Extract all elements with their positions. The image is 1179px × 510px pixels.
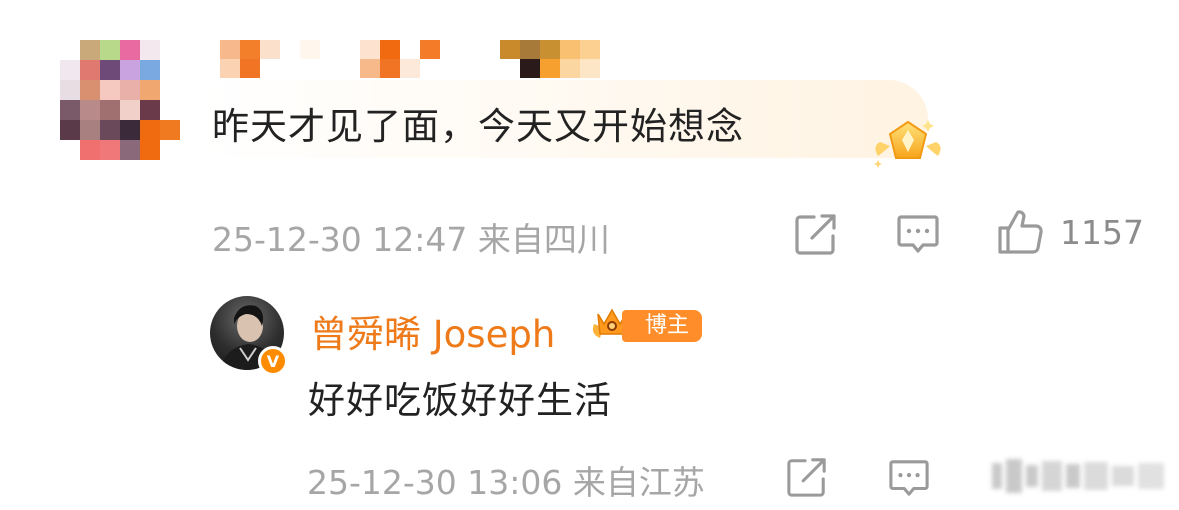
like-icon [992, 463, 1002, 489]
verified-badge: V [258, 346, 288, 376]
crown-medal-icon [874, 120, 941, 168]
reply-text: 好好吃饭好好生活 [308, 379, 612, 422]
username-mosaic [360, 40, 600, 78]
reply-location: 来自江苏 [572, 463, 705, 502]
comment-meta: 25-12-30 12:47 来自四川 [212, 213, 610, 261]
username-mosaic [300, 40, 320, 78]
reply-meta: 25-12-30 13:06 来自江苏 [307, 456, 705, 504]
share-icon [787, 458, 826, 497]
comment-thread: 昨天才见了面，今天又开始想念 25-12-30 12:47 来自四川 1157 … [0, 0, 1179, 510]
comment-button[interactable] [896, 213, 940, 255]
like-button[interactable] [996, 208, 1044, 256]
reply-author-name[interactable]: 曾舜晞 Joseph [310, 304, 555, 358]
host-badge: 博主 [588, 304, 703, 348]
comment-location: 来自四川 [477, 220, 610, 259]
share-button[interactable] [794, 212, 838, 256]
like-button[interactable] [992, 455, 1168, 497]
reply-timestamp: 25-12-30 13:06 [307, 463, 563, 502]
comment-timestamp: 25-12-30 12:47 [212, 220, 468, 259]
avatar[interactable] [60, 40, 180, 160]
username-mosaic[interactable] [220, 40, 280, 78]
like-count: 1157 [1060, 213, 1144, 252]
share-button[interactable] [786, 456, 828, 498]
like-icon [998, 210, 1043, 254]
comment-icon [889, 460, 929, 496]
comment-icon [897, 215, 939, 253]
share-icon [795, 214, 836, 255]
comment-text: 昨天才见了面，今天又开始想念 [212, 105, 744, 148]
host-tag: 博主 [622, 310, 702, 342]
comment-button[interactable] [888, 458, 930, 498]
